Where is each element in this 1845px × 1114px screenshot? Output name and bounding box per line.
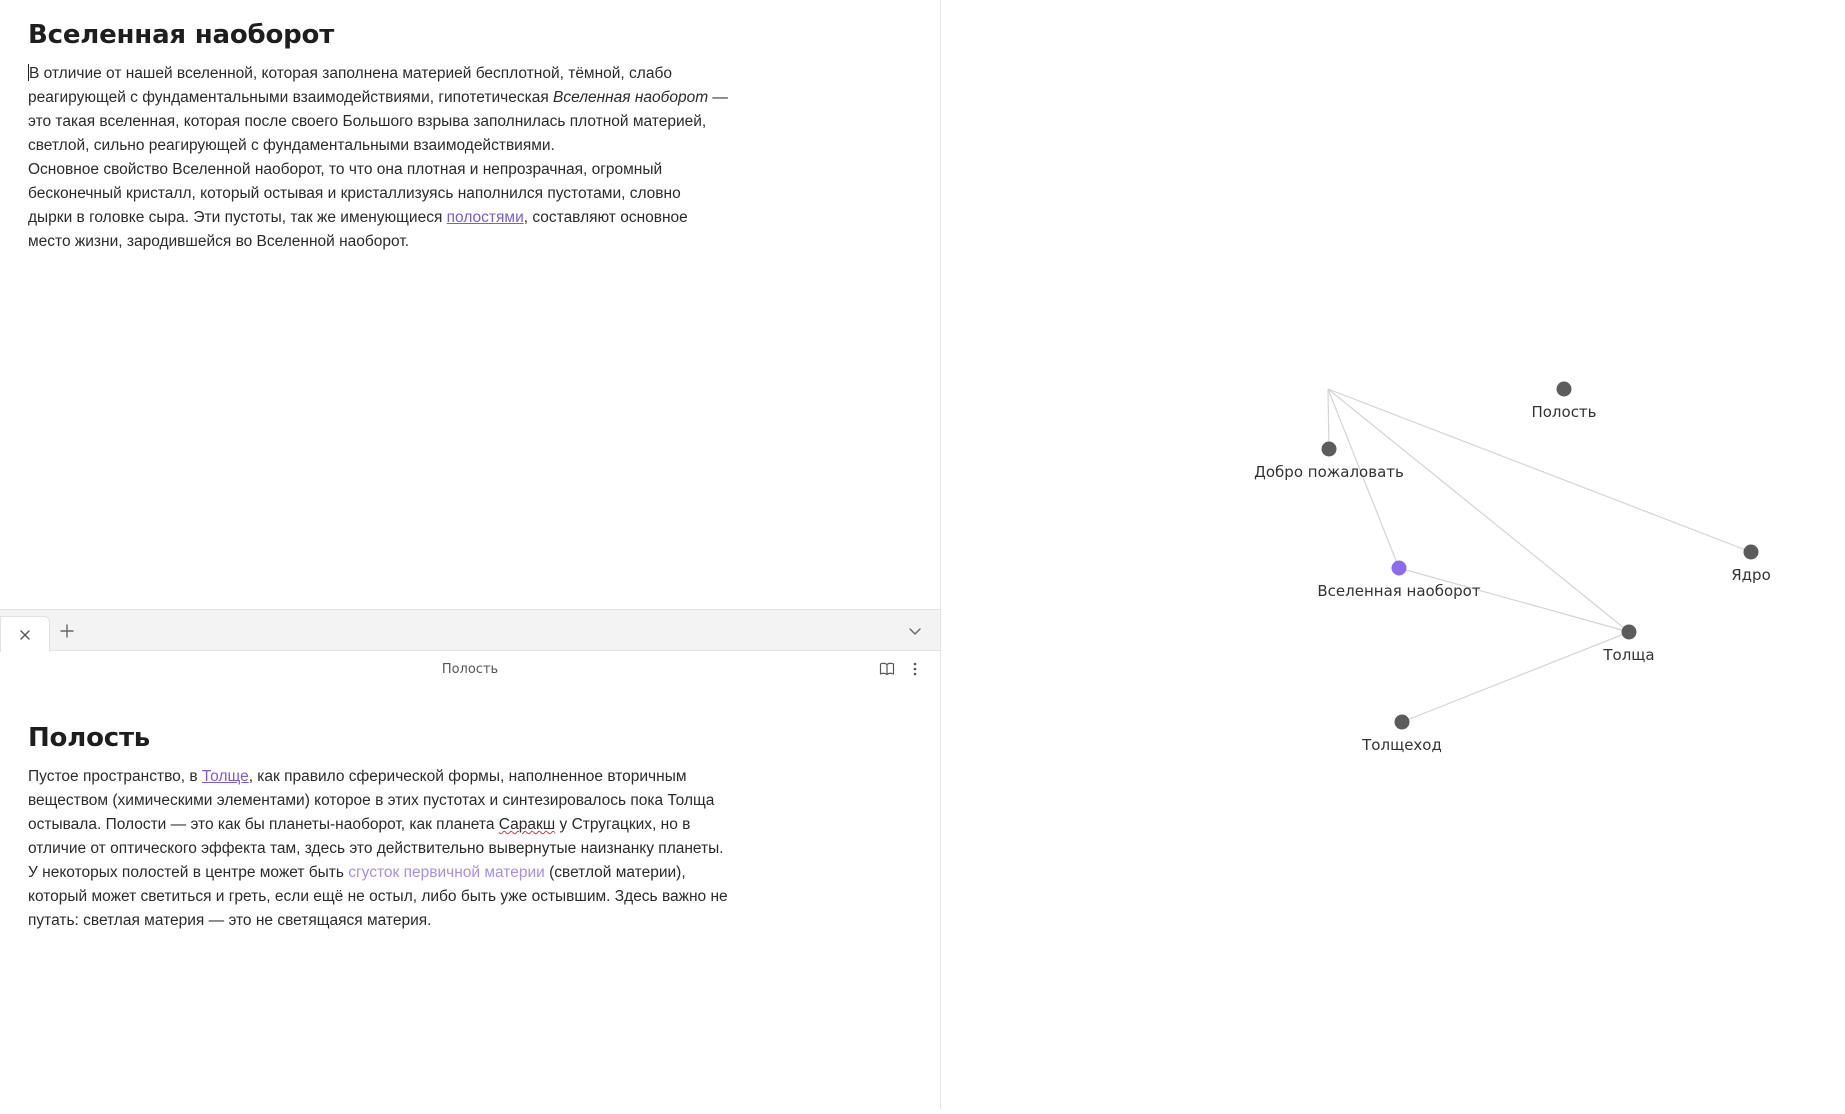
- book-open-icon[interactable]: [878, 660, 896, 678]
- unresolved-link[interactable]: сгусток первичной материи: [348, 864, 545, 881]
- graph-node-label: Вселенная наоборот: [1317, 582, 1480, 600]
- note-paragraph: Основное свойство Вселенной наоборот, то…: [28, 161, 688, 250]
- graph-node-label: Толща: [1602, 646, 1654, 664]
- plus-icon[interactable]: [58, 622, 76, 640]
- bottom-note: Полость Пустое пространство, в Толще, ка…: [28, 723, 728, 933]
- top-note: Вселенная наоборот В отличие от нашей вс…: [28, 20, 728, 254]
- misspelled-word: Саракш: [498, 816, 556, 833]
- graph-node-label: Полость: [1531, 403, 1596, 421]
- close-icon[interactable]: [19, 629, 31, 641]
- more-vertical-icon[interactable]: [906, 660, 924, 678]
- graph-node-label: Ядро: [1731, 566, 1771, 584]
- note-body[interactable]: Пустое пространство, в Толще, как правил…: [28, 765, 728, 933]
- graph-node-yadro[interactable]: Ядро: [1731, 544, 1771, 585]
- note-paragraph: Пустое пространство, в Толще, как правил…: [28, 768, 724, 857]
- graph-node-label: Толщеход: [1361, 736, 1442, 754]
- graph-canvas[interactable]: Полость Добро пожаловать Вселенная наобо…: [941, 0, 1845, 1109]
- view-header-title[interactable]: Полость: [442, 662, 498, 677]
- tab-polost[interactable]: [0, 616, 50, 652]
- graph-node-vselennaya[interactable]: Вселенная наоборот: [1317, 560, 1481, 601]
- view-header: Полость: [0, 650, 940, 688]
- chevron-down-icon[interactable]: [906, 622, 924, 640]
- internal-link-polosti[interactable]: полостями: [447, 209, 524, 226]
- note-paragraph: У некоторых полостей в центре может быть…: [28, 864, 728, 929]
- graph-node-polost[interactable]: Полость: [1531, 381, 1597, 422]
- internal-link-tolshche[interactable]: Толще: [202, 768, 249, 785]
- graph-view[interactable]: Полость Добро пожаловать Вселенная наобо…: [941, 0, 1845, 1109]
- note-body[interactable]: В отличие от нашей вселенной, которая за…: [28, 62, 728, 254]
- graph-node-tolshchehod[interactable]: Толщеход: [1361, 714, 1442, 755]
- graph-edges: [1327, 388, 1752, 723]
- italic-text: Вселенная наоборот: [553, 89, 709, 106]
- graph-edge: [1327, 388, 1330, 450]
- editor-pane: Вселенная наоборот В отличие от нашей вс…: [0, 0, 940, 1109]
- graph-node-label: Добро пожаловать: [1254, 463, 1404, 481]
- graph-node-dobro[interactable]: Добро пожаловать: [1254, 441, 1404, 482]
- graph-edge: [1398, 567, 1630, 633]
- graph-node-tolshcha[interactable]: Толща: [1602, 624, 1655, 665]
- note-paragraph: В отличие от нашей вселенной, которая за…: [28, 64, 728, 154]
- tab-strip: [0, 609, 940, 652]
- graph-nodes: Полость Добро пожаловать Вселенная наобо…: [1254, 381, 1771, 755]
- graph-edge: [1401, 631, 1630, 723]
- note-title: Полость: [28, 723, 151, 753]
- note-title: Вселенная наоборот: [28, 20, 335, 50]
